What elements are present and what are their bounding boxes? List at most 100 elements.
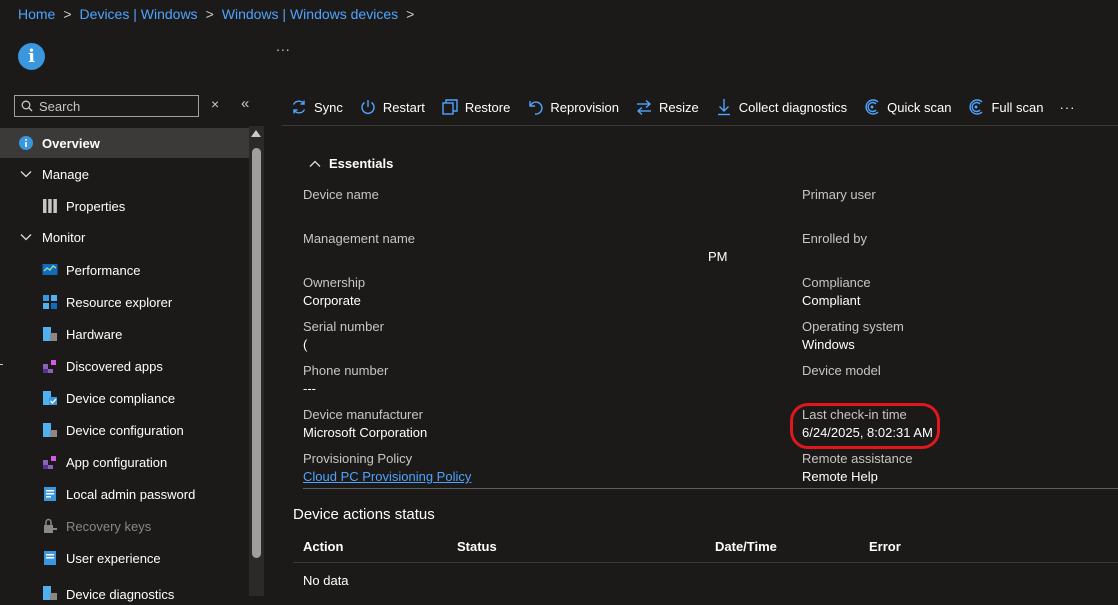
sidebar-item-local-admin-password[interactable]: Local admin password <box>0 479 249 509</box>
enrolled-by-label: Enrolled by <box>802 231 868 246</box>
password-icon <box>44 487 56 501</box>
restore-label: Restore <box>464 99 511 115</box>
chevron-down-icon <box>20 171 32 178</box>
sidebar-item-label: Overview <box>42 135 100 151</box>
sidebar-item-user-experience[interactable]: User experience <box>0 543 249 573</box>
phone-number-value: --- <box>303 381 316 396</box>
sidebar-item-label: App configuration <box>66 454 168 470</box>
power-icon <box>361 100 375 114</box>
quick-scan-label: Quick scan <box>887 99 952 115</box>
provisioning-policy-link[interactable]: Cloud PC Provisioning Policy <box>303 469 471 484</box>
collapse-sidebar-button[interactable]: « <box>241 95 249 112</box>
column-header-action[interactable]: Action <box>303 539 343 554</box>
breadcrumb-windows-devices-link[interactable]: Windows | Windows devices <box>222 6 398 22</box>
breadcrumb: Home > Devices | Windows > Windows | Win… <box>18 6 414 22</box>
sync-label: Sync <box>314 99 343 115</box>
search-input[interactable] <box>37 97 191 115</box>
sidebar-group-monitor[interactable]: Monitor <box>0 222 249 252</box>
collect-diagnostics-label: Collect diagnostics <box>738 99 848 115</box>
sidebar-item-hardware[interactable]: Hardware <box>0 319 249 349</box>
device-compliance-icon <box>43 391 57 405</box>
breadcrumb-home-link[interactable]: Home <box>18 6 55 22</box>
ownership-label: Ownership <box>303 275 366 290</box>
table-divider <box>293 562 1118 563</box>
more-actions-button[interactable]: ··· <box>1059 100 1075 115</box>
sidebar-group-label: Monitor <box>42 229 86 245</box>
resize-label: Resize <box>659 99 699 115</box>
section-title: Device actions status <box>293 506 435 523</box>
sidebar-item-properties[interactable]: Properties <box>0 191 249 221</box>
sidebar-item-label: Resource explorer <box>66 294 173 310</box>
sidebar-item-label: User experience <box>66 550 161 566</box>
management-name-label: Management name <box>303 231 416 246</box>
undo-icon <box>529 101 543 115</box>
sidebar-item-device-compliance[interactable]: Device compliance <box>0 383 249 413</box>
device-model-label: Device model <box>802 363 881 378</box>
sidebar-item-device-diagnostics[interactable]: Device diagnostics <box>0 575 249 605</box>
column-header-datetime[interactable]: Date/Time <box>715 539 777 554</box>
sidebar-item-app-configuration[interactable]: App configuration <box>0 447 249 477</box>
search-box[interactable] <box>14 95 199 117</box>
restore-icon <box>442 99 458 115</box>
compliance-label: Compliance <box>802 275 871 290</box>
close-icon[interactable]: × <box>211 96 219 112</box>
device-diagnostics-icon <box>43 586 57 600</box>
search-icon <box>21 100 33 112</box>
manufacturer-label: Device manufacturer <box>303 407 423 422</box>
collect-diagnostics-button[interactable]: Collect diagnostics <box>715 98 847 116</box>
sync-icon <box>292 100 306 114</box>
resize-button[interactable]: Resize <box>635 98 699 116</box>
chevron-right-icon: > <box>205 6 214 22</box>
management-name-value: PM <box>708 249 728 264</box>
sidebar-item-label: Properties <box>66 198 126 214</box>
more-icon: ··· <box>1059 99 1076 115</box>
sidebar-item-resource-explorer[interactable]: Resource explorer <box>0 287 249 317</box>
scrollbar-thumb[interactable] <box>252 148 261 558</box>
reprovision-button[interactable]: Reprovision <box>526 98 619 116</box>
sidebar-group-manage[interactable]: Manage <box>0 159 249 189</box>
serial-number-value: ( <box>303 337 308 352</box>
sidebar-item-label: Device configuration <box>66 422 184 438</box>
scan-icon <box>865 99 879 115</box>
essentials-title: Essentials <box>329 156 394 171</box>
user-experience-icon <box>44 551 56 565</box>
compliance-value: Compliant <box>802 293 861 308</box>
key-icon <box>44 518 57 533</box>
more-options-button[interactable]: ... <box>276 38 291 54</box>
sidebar-item-overview[interactable]: Overview <box>0 128 249 158</box>
sidebar-item-label: Device diagnostics <box>66 587 175 602</box>
restore-button[interactable]: Restore <box>441 98 511 116</box>
sidebar-item-performance[interactable]: Performance <box>0 255 249 285</box>
arrows-swap-icon <box>636 99 652 116</box>
provisioning-policy-label: Provisioning Policy <box>303 451 413 466</box>
device-name-label: Device name <box>303 187 379 202</box>
empty-table-message: No data <box>303 573 349 588</box>
reprovision-label: Reprovision <box>550 99 619 115</box>
restart-button[interactable]: Restart <box>359 98 425 116</box>
breadcrumb-devices-windows-link[interactable]: Devices | Windows <box>80 6 198 22</box>
info-icon: i <box>18 43 45 70</box>
quick-scan-button[interactable]: Quick scan <box>863 98 951 116</box>
hardware-icon <box>43 327 57 341</box>
highlight-annotation <box>790 403 940 449</box>
sidebar-item-device-configuration[interactable]: Device configuration <box>0 415 249 445</box>
scroll-up-arrow-icon[interactable] <box>251 130 261 137</box>
full-scan-label: Full scan <box>991 99 1044 115</box>
command-bar: Sync Restart Restore Reprovision Resize … <box>290 96 1091 118</box>
sidebar-item-label: Hardware <box>66 326 123 342</box>
essentials-toggle[interactable]: Essentials <box>309 156 393 171</box>
operating-system-value: Windows <box>802 337 855 352</box>
full-scan-button[interactable]: Full scan <box>967 98 1043 116</box>
chevron-right-icon: > <box>406 6 415 22</box>
sidebar-item-label: Performance <box>66 262 141 278</box>
sidebar-group-label: Manage <box>42 166 89 182</box>
phone-number-label: Phone number <box>303 363 389 378</box>
column-header-error[interactable]: Error <box>869 539 901 554</box>
sync-button[interactable]: Sync <box>290 98 343 116</box>
sidebar-item-recovery-keys: Recovery keys <box>0 511 249 541</box>
app-configuration-icon <box>43 456 56 469</box>
essentials-divider <box>303 488 1118 489</box>
column-header-status[interactable]: Status <box>457 539 497 554</box>
apps-icon <box>43 360 56 373</box>
sidebar-item-discovered-apps[interactable]: Discovered apps <box>0 351 249 381</box>
